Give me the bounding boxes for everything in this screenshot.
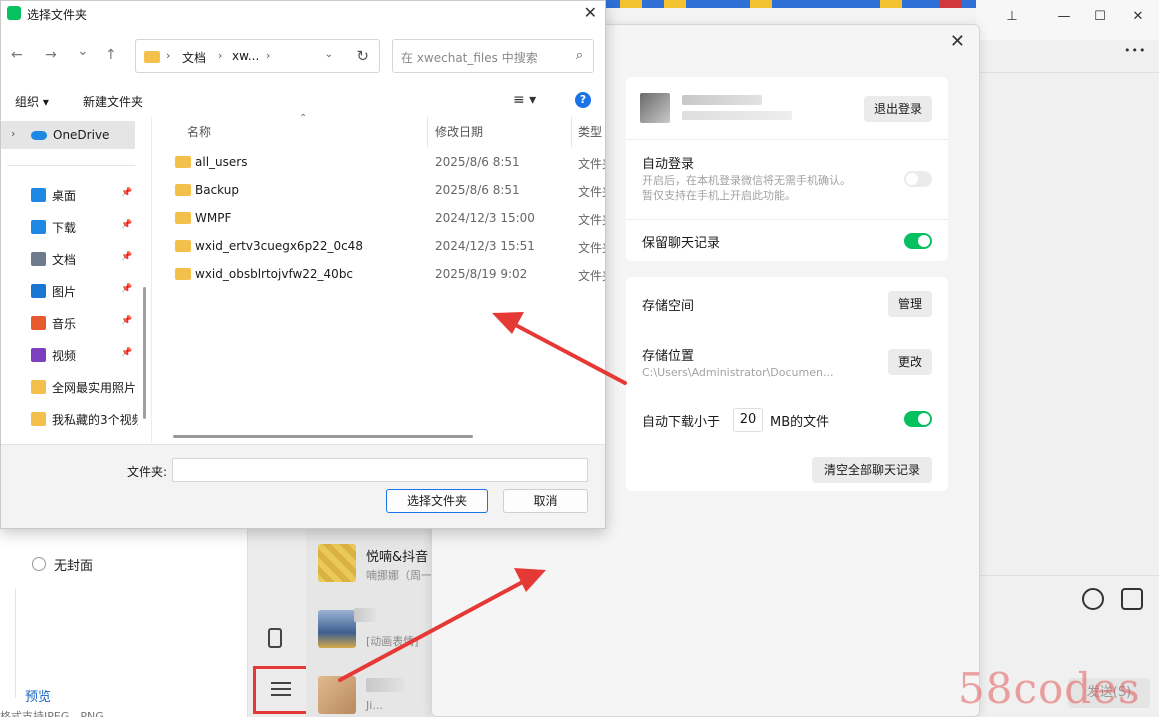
watermark: 58codes <box>958 664 1141 713</box>
annotation-arrow <box>338 576 532 682</box>
annotation-arrows <box>338 312 627 682</box>
arrowhead <box>514 568 546 592</box>
annotation-arrow <box>506 319 627 385</box>
arrowhead <box>492 312 524 334</box>
